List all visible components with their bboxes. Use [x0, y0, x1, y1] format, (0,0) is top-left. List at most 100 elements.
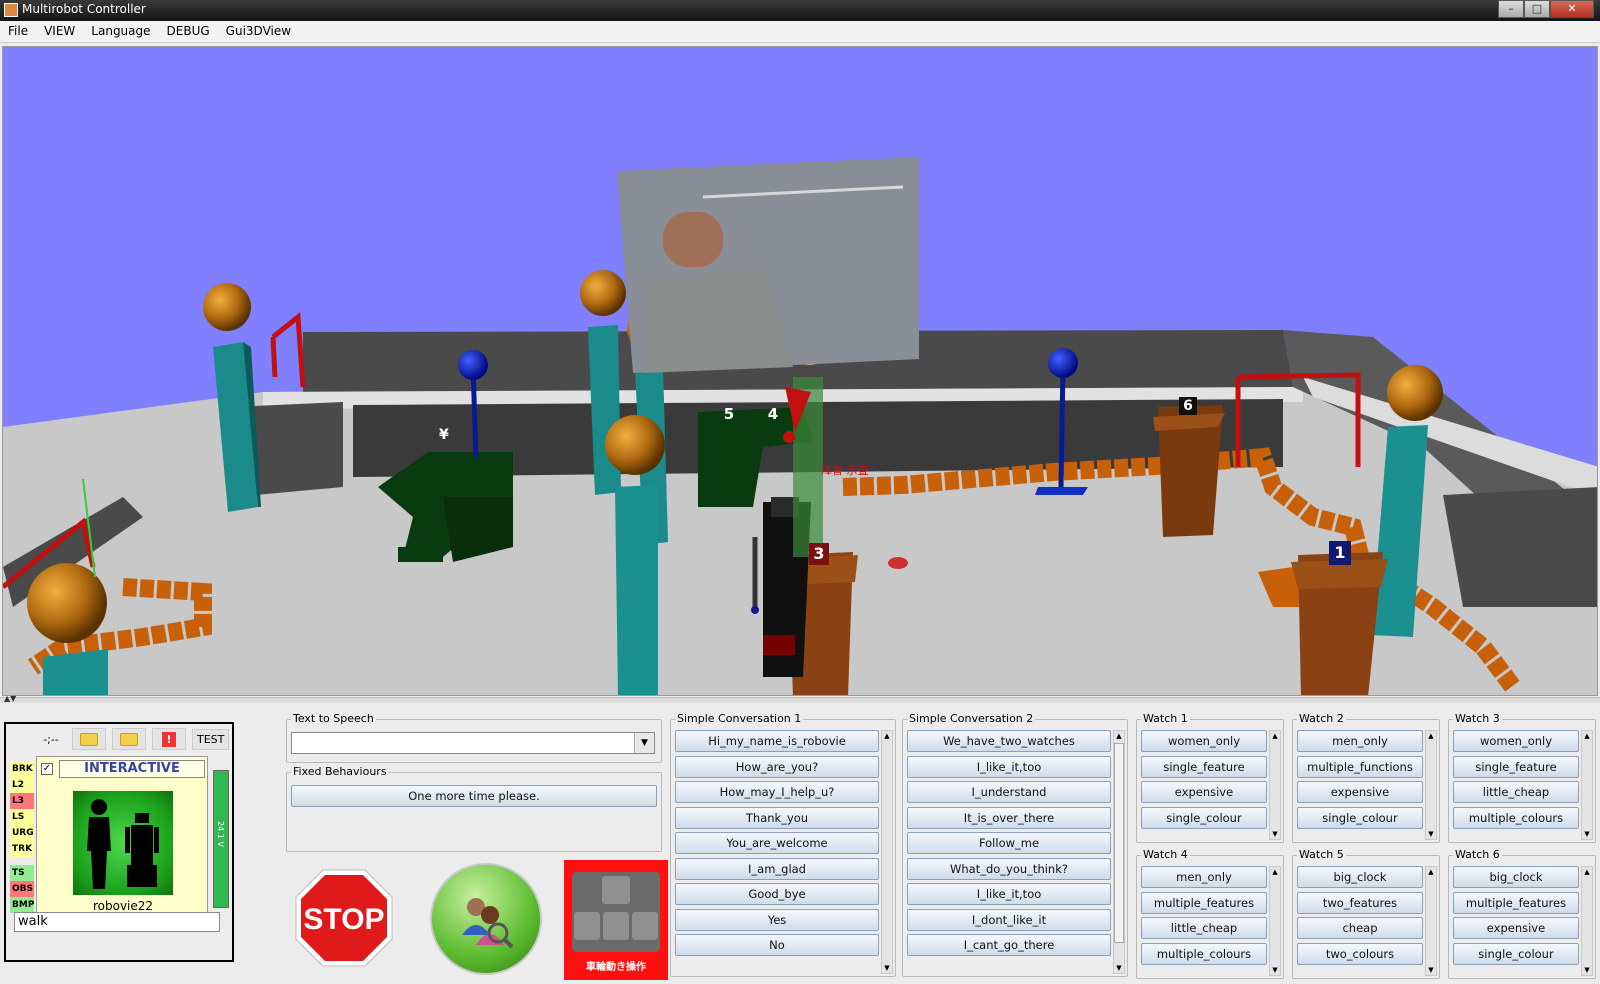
scroll-up-icon[interactable]: ▲: [1426, 731, 1436, 741]
watch4-button[interactable]: little_cheap: [1141, 917, 1267, 939]
scroll-up-icon[interactable]: ▲: [1582, 867, 1592, 877]
watch3-button[interactable]: multiple_colours: [1453, 806, 1579, 829]
minimize-button[interactable]: –: [1498, 0, 1524, 18]
scroll-up-icon[interactable]: ▲: [1270, 867, 1280, 877]
conv2-button[interactable]: I_cant_go_there: [907, 934, 1111, 956]
marker-5[interactable]: 5: [721, 405, 737, 423]
conv1-button[interactable]: I_am_glad: [675, 857, 879, 880]
robot-command-input[interactable]: walk: [14, 912, 220, 932]
conv1-button[interactable]: How_may_I_help_u?: [675, 781, 879, 803]
watch3-button[interactable]: single_feature: [1453, 755, 1579, 778]
conv1-button[interactable]: Thank_you: [675, 806, 879, 829]
watch1-button[interactable]: women_only: [1141, 730, 1267, 752]
scroll-down-icon[interactable]: ▼: [1270, 965, 1280, 975]
watch1-scrollbar[interactable]: ▲ ▼: [1269, 730, 1281, 840]
marker-1[interactable]: 1: [1329, 541, 1351, 565]
watch5-button[interactable]: two_features: [1297, 891, 1423, 914]
scroll-down-icon[interactable]: ▼: [1426, 829, 1436, 839]
menu-gui3dview[interactable]: Gui3DView: [218, 21, 299, 42]
scroll-down-icon[interactable]: ▼: [882, 963, 892, 973]
scroll-up-icon[interactable]: ▲: [1582, 731, 1592, 741]
scroll-down-icon[interactable]: ▼: [1426, 965, 1436, 975]
conv1-button[interactable]: No: [675, 934, 879, 956]
scroll-down-icon[interactable]: ▼: [1270, 829, 1280, 839]
watch3-button[interactable]: women_only: [1453, 730, 1579, 752]
watch5-button[interactable]: two_colours: [1297, 942, 1423, 965]
conv1-button[interactable]: Good_bye: [675, 883, 879, 905]
conv2-scroll-thumb[interactable]: [1114, 743, 1124, 943]
watch2-button[interactable]: men_only: [1297, 730, 1423, 752]
marker-3[interactable]: 3: [809, 543, 829, 565]
watch6-button[interactable]: multiple_features: [1453, 891, 1579, 914]
conv2-button[interactable]: I_dont_like_it: [907, 908, 1111, 931]
watch2-button[interactable]: single_colour: [1297, 806, 1423, 829]
test-button[interactable]: TEST: [192, 728, 230, 750]
tts-combobox[interactable]: ▼: [291, 732, 655, 754]
watch1-button[interactable]: expensive: [1141, 781, 1267, 803]
watch5-button[interactable]: cheap: [1297, 917, 1423, 939]
robot-select-checkbox[interactable]: ✓: [41, 763, 53, 775]
scroll-down-icon[interactable]: ▼: [1582, 965, 1592, 975]
chevron-down-icon[interactable]: ▼: [634, 733, 654, 753]
watch4-button[interactable]: multiple_colours: [1141, 942, 1267, 965]
robot-avatar: [73, 791, 173, 895]
search-person-button[interactable]: [430, 863, 542, 975]
watch5-button[interactable]: big_clock: [1297, 866, 1423, 888]
menu-debug[interactable]: DEBUG: [159, 21, 218, 42]
scroll-up-icon[interactable]: ▲: [1426, 867, 1436, 877]
scroll-up-icon[interactable]: ▲: [1114, 731, 1124, 741]
conv2-button[interactable]: It_is_over_there: [907, 806, 1111, 829]
status-indicators: BRK L2 L3 LS URG TRK TS OBS BMP: [10, 761, 34, 913]
scroll-down-icon[interactable]: ▼: [1114, 963, 1124, 973]
robot-card[interactable]: ✓ INTERACTIVE robovie22: [36, 756, 208, 918]
marker-4[interactable]: 4: [765, 405, 781, 423]
one-more-time-button[interactable]: One more time please.: [291, 785, 657, 807]
status-ts: TS: [10, 865, 34, 881]
folder-open-icon[interactable]: [112, 728, 146, 750]
status-l3: L3: [10, 793, 34, 809]
stop-button[interactable]: STOP: [294, 868, 394, 968]
conv1-button[interactable]: You_are_welcome: [675, 832, 879, 854]
conv2-button[interactable]: I_like_it,too: [907, 755, 1111, 778]
splitter[interactable]: ▲▼: [0, 694, 1600, 703]
watch2-button[interactable]: multiple_functions: [1297, 755, 1423, 778]
maximize-button[interactable]: □: [1524, 0, 1550, 18]
scroll-up-icon[interactable]: ▲: [1270, 731, 1280, 741]
conv1-scrollbar[interactable]: ▲ ▼: [881, 730, 893, 974]
conv1-button[interactable]: How_are_you?: [675, 755, 879, 778]
wheel-control-button[interactable]: 車輪動き操作: [564, 860, 668, 980]
simple-conversation-1-group: Simple Conversation 1 Hi_my_name_is_robo…: [670, 712, 896, 977]
conv1-button[interactable]: Yes: [675, 908, 879, 931]
watch6-button[interactable]: expensive: [1453, 917, 1579, 939]
menu-view[interactable]: VIEW: [36, 21, 83, 42]
watch2-button[interactable]: expensive: [1297, 781, 1423, 803]
watch3-scrollbar[interactable]: ▲ ▼: [1581, 730, 1593, 840]
3d-viewport[interactable]: 1 3 4 5 6 ¥ 障害 示査: [2, 46, 1598, 696]
marker-6[interactable]: 6: [1179, 397, 1197, 415]
folder-icon[interactable]: [72, 728, 106, 750]
scroll-up-icon[interactable]: ▲: [882, 731, 892, 741]
conv2-button[interactable]: What_do_you_think?: [907, 857, 1111, 880]
watch6-button[interactable]: big_clock: [1453, 866, 1579, 888]
watch2-scrollbar[interactable]: ▲ ▼: [1425, 730, 1437, 840]
watch5-scrollbar[interactable]: ▲ ▼: [1425, 866, 1437, 976]
alert-icon[interactable]: !: [152, 728, 186, 750]
conv2-scrollbar[interactable]: ▲ ▼: [1113, 730, 1125, 974]
watch4-button[interactable]: men_only: [1141, 866, 1267, 888]
watch6-button[interactable]: single_colour: [1453, 942, 1579, 965]
conv2-button[interactable]: I_like_it,too: [907, 883, 1111, 905]
conv1-button[interactable]: Hi_my_name_is_robovie: [675, 730, 879, 752]
menu-language[interactable]: Language: [83, 21, 158, 42]
watch6-scrollbar[interactable]: ▲ ▼: [1581, 866, 1593, 976]
menu-file[interactable]: File: [0, 21, 36, 42]
watch1-button[interactable]: single_colour: [1141, 806, 1267, 829]
conv2-button[interactable]: I_understand: [907, 781, 1111, 803]
watch3-button[interactable]: little_cheap: [1453, 781, 1579, 803]
conv2-button[interactable]: Follow_me: [907, 832, 1111, 854]
watch1-button[interactable]: single_feature: [1141, 755, 1267, 778]
scroll-down-icon[interactable]: ▼: [1582, 829, 1592, 839]
close-button[interactable]: ✕: [1550, 0, 1594, 18]
watch4-scrollbar[interactable]: ▲ ▼: [1269, 866, 1281, 976]
watch4-button[interactable]: multiple_features: [1141, 891, 1267, 914]
conv2-button[interactable]: We_have_two_watches: [907, 730, 1111, 752]
